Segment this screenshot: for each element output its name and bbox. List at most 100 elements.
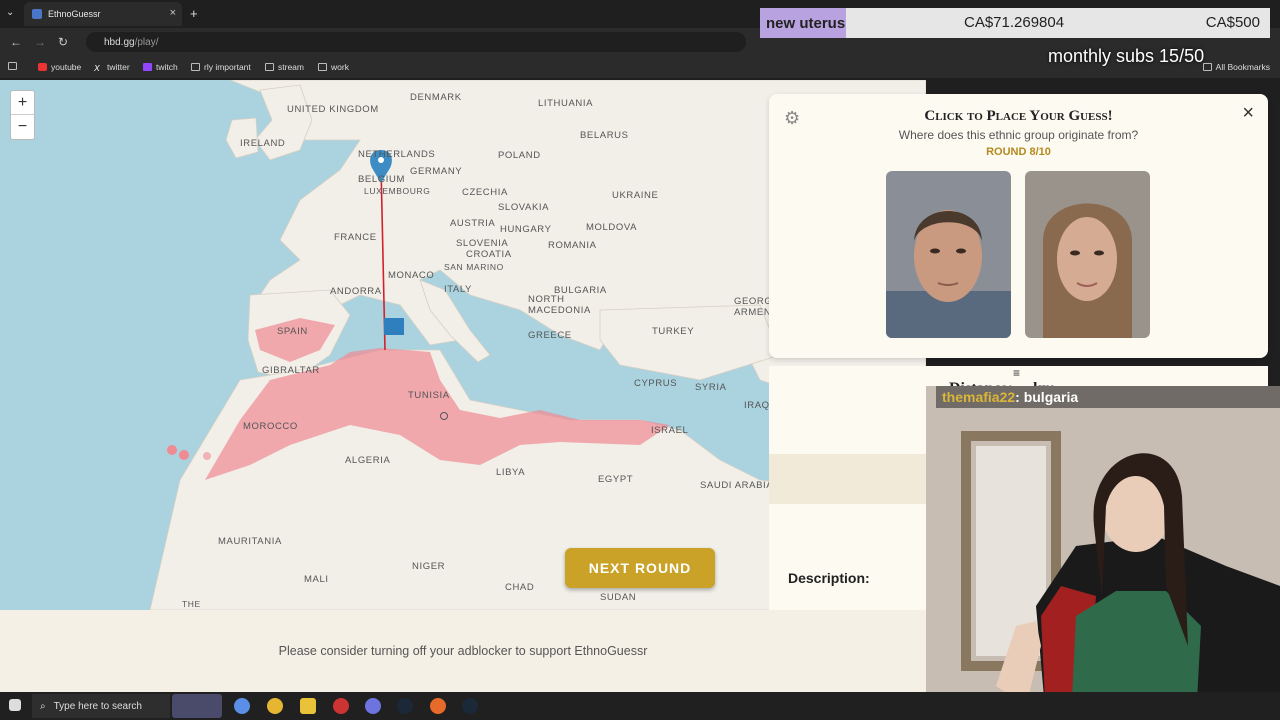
browser-tab[interactable]: EthnoGuessr × <box>24 2 182 26</box>
map-label: SLOVENIA <box>456 238 509 249</box>
search-icon: ⌕ <box>40 700 46 712</box>
next-round-button[interactable]: NEXT ROUND <box>565 548 715 588</box>
map-label: GIBRALTAR <box>262 365 320 376</box>
forward-icon[interactable]: → <box>34 35 46 49</box>
map-label: CROATIA <box>466 249 512 260</box>
chat-username: themafia22 <box>942 389 1016 405</box>
map-label: ITALY <box>444 284 472 295</box>
map-label: MOLDOVA <box>586 222 638 233</box>
windows-taskbar: ⌕ Type here to search <box>0 692 1280 720</box>
tab-title: EthnoGuessr <box>48 9 101 19</box>
map-label: NETHERLANDS <box>358 149 436 160</box>
map-label: ALGERIA <box>345 455 391 466</box>
copilot-icon[interactable] <box>234 698 250 714</box>
url-host: hbd.gg <box>104 36 135 48</box>
all-bookmarks-label: All Bookmarks <box>1215 62 1270 72</box>
map-label: LITHUANIA <box>538 98 594 109</box>
map-label: HUNGARY <box>500 224 552 235</box>
map-label: THE <box>182 599 201 609</box>
zoom-out-button[interactable]: − <box>11 115 34 139</box>
file-explorer-icon[interactable] <box>300 698 316 714</box>
panel-title: Click to Place Your Guess! <box>924 108 1113 124</box>
round-counter: ROUND 8/10 <box>986 146 1051 158</box>
map-label: ROMANIA <box>548 240 597 251</box>
map-label: NIGER <box>412 561 446 572</box>
news-widget-icon[interactable] <box>172 694 222 718</box>
map-label: LIBYA <box>496 467 526 478</box>
map-label: IRELAND <box>240 138 286 149</box>
favicon-icon <box>32 9 42 19</box>
female-face-image <box>1025 171 1150 338</box>
taskbar-search[interactable]: ⌕ Type here to search <box>32 694 170 718</box>
address-bar[interactable]: hbd.gg/play/ <box>86 32 746 52</box>
goal-target: CA$500 <box>1205 14 1260 31</box>
apps-icon[interactable] <box>8 62 17 70</box>
map-label: SAN MARINO <box>444 262 504 272</box>
island-marker <box>179 450 189 460</box>
map-label: GEORGIA ARMENIA <box>734 296 783 318</box>
map-label: IRAQ <box>744 400 770 411</box>
map-label: EGYPT <box>598 474 634 485</box>
map-label: BELARUS <box>580 130 629 141</box>
obs-icon[interactable] <box>333 698 349 714</box>
map-label: MALI <box>304 574 329 585</box>
windows-start-icon[interactable] <box>9 699 21 711</box>
map-label: CZECHIA <box>462 187 508 198</box>
bookmark-twitter[interactable]: Xtwitter <box>94 62 130 73</box>
panel-subtitle: Where does this ethnic group originate f… <box>898 128 1139 142</box>
map-label: NORTH MACEDONIA <box>528 294 591 316</box>
map-label: ISRAEL <box>651 425 689 436</box>
map-label: TURKEY <box>652 326 695 337</box>
back-icon[interactable]: ← <box>10 35 22 49</box>
map-label: SYRIA <box>695 382 727 393</box>
map-label: SAUDI ARABIA <box>700 480 774 491</box>
map-label: UNITED KINGDOM <box>287 104 379 115</box>
map-label: SUDAN <box>600 592 637 603</box>
chrome-icon[interactable] <box>267 698 283 714</box>
map-label: POLAND <box>498 150 541 161</box>
guess-panel: ⚙ × Click to Place Your Guess! Where doe… <box>769 94 1268 358</box>
bookmark-twitch[interactable]: twitch <box>143 62 178 72</box>
bookmark-folder-stream[interactable]: stream <box>265 62 304 72</box>
goal-name: new uterus <box>760 8 846 38</box>
map-label: TUNISIA <box>408 390 450 401</box>
bookmark-label: rly important <box>204 62 251 72</box>
map-label: DENMARK <box>410 92 462 103</box>
map-label: SPAIN <box>277 326 308 337</box>
map-label: MONACO <box>388 270 435 281</box>
webcam-feed <box>926 386 1280 720</box>
map-label: ANDORRA <box>330 286 382 297</box>
menu-icon[interactable]: ≡ <box>1013 366 1020 380</box>
description-label: Description: <box>788 570 870 586</box>
new-tab-icon[interactable]: + <box>190 6 198 21</box>
bookmark-label: stream <box>278 62 304 72</box>
bookmark-label: work <box>331 62 349 72</box>
discord-icon[interactable] <box>365 698 381 714</box>
adblock-notice: Please consider turning off your adblock… <box>0 610 926 692</box>
bookmark-folder-work[interactable]: work <box>318 62 349 72</box>
reload-icon[interactable]: ↻ <box>58 35 68 49</box>
bookmark-label: twitter <box>107 62 130 72</box>
map-label: LUXEMBOURG <box>364 186 431 196</box>
url-path: /play/ <box>134 36 159 48</box>
tab-close-icon[interactable]: × <box>170 7 176 19</box>
island-marker <box>167 445 177 455</box>
zoom-in-button[interactable]: + <box>11 91 34 115</box>
map-label: MOROCCO <box>243 421 298 432</box>
bookmark-folder-rly-important[interactable]: rly important <box>191 62 251 72</box>
male-face-image <box>886 171 1011 338</box>
map-label: CYPRUS <box>634 378 678 389</box>
bookmark-label: youtube <box>51 62 82 72</box>
tab-search-icon[interactable]: ⌄ <box>6 7 14 18</box>
all-bookmarks[interactable]: All Bookmarks <box>1202 62 1270 72</box>
map-label: GREECE <box>528 330 572 341</box>
donation-goal-bar: new uterus CA$71.269804 CA$500 <box>760 8 1270 38</box>
answer-flag-icon <box>384 318 404 335</box>
map-label: BELGIUM <box>358 174 405 185</box>
steam-icon[interactable] <box>462 698 478 714</box>
bookmark-youtube[interactable]: youtube <box>38 62 81 72</box>
map-label: AUSTRIA <box>450 218 496 229</box>
steam-icon[interactable] <box>397 698 413 714</box>
zoom-control: + − <box>10 90 35 140</box>
firefox-icon[interactable] <box>430 698 446 714</box>
